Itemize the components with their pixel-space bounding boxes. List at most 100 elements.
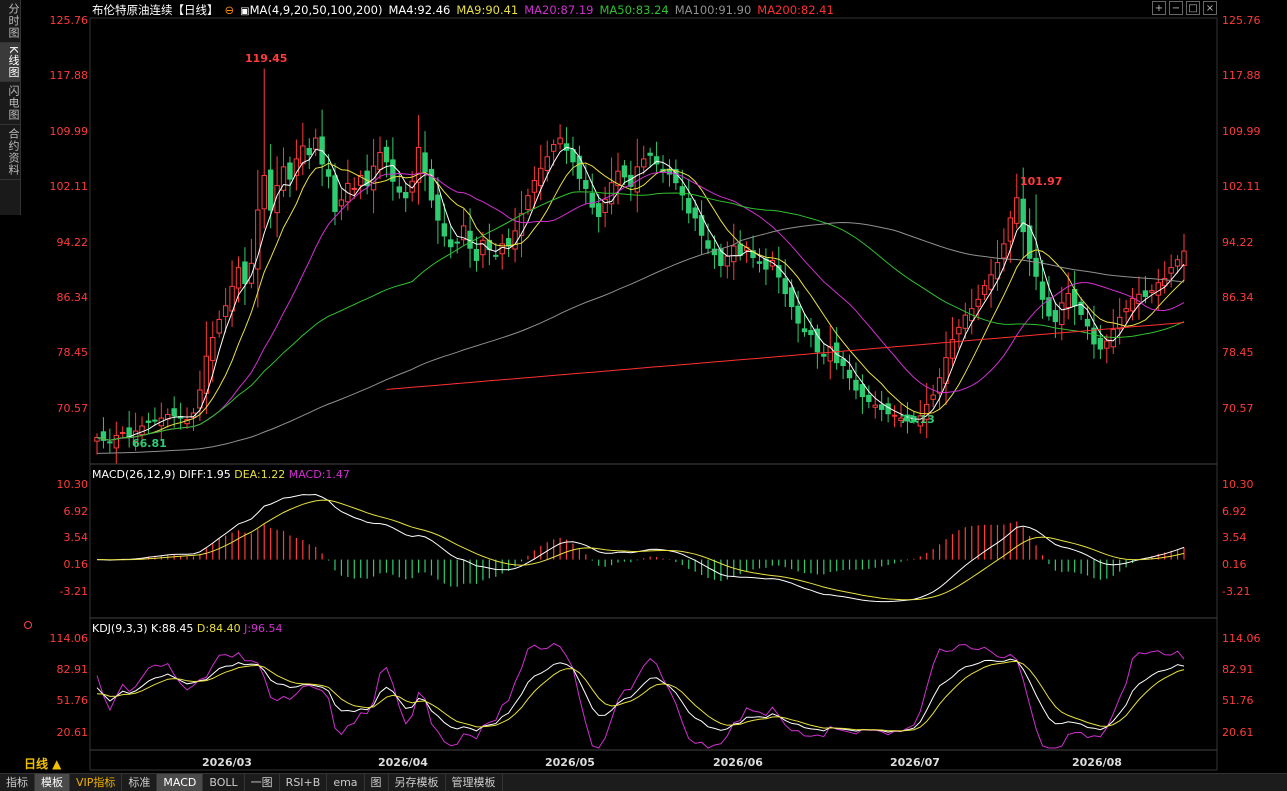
price-axis-label-l: 117.88 [49,69,89,83]
candle-body [557,137,563,145]
candle-body [145,420,152,423]
candle-body [248,262,255,284]
candle-body [705,240,711,249]
candle-body [1174,259,1181,267]
macd-axis-label-r: 0.16 [1222,558,1247,572]
candle-body [435,194,441,221]
candle-body [306,147,312,156]
candle-body [641,158,647,168]
bottom-tab-5[interactable]: BOLL [203,774,245,791]
price-axis-label-r: 94.22 [1222,235,1254,249]
candle-body [724,255,731,267]
kdj-axis-label-r: 114.06 [1222,632,1261,645]
kdj-axis-label-l: 82.91 [56,663,89,677]
kdj-axis-label-r: 20.61 [1222,725,1254,739]
settings-dot-icon[interactable] [24,621,32,629]
price-axis-label-l: 70.57 [56,401,89,415]
bottom-tab-3[interactable]: 标准 [122,774,158,791]
bottom-toolbar: 指标 模板 VIP指标 标准 MACD BOLL 一图 RSI+B ema 图另存模板 管理模板 [0,773,1287,791]
macd-axis-label-l: -3.21 [59,584,88,598]
candle-body [383,146,390,163]
price-axis-label-r: 109.99 [1222,124,1261,138]
candle-body [538,167,544,187]
period-selector[interactable]: 日线 ▲ [24,755,62,772]
candle-body [936,377,943,394]
price-axis-label-l: 109.99 [49,124,89,138]
macd-axis-label-l: 10.30 [56,478,89,491]
candle-body [1123,308,1129,313]
candle-body [300,145,306,165]
bottom-tab-4[interactable]: MACD [157,774,204,791]
candle-body [1084,318,1091,327]
candle-body [808,330,814,336]
candle-body [525,195,531,211]
macd-axis-label-r: 3.54 [1222,531,1247,545]
ma4-line [96,146,1185,441]
macd-axis-label-r: -3.21 [1222,584,1251,598]
macd-value: MACD:1.47 [288,468,350,481]
candle-body [370,165,377,191]
candle-body [1110,329,1116,348]
candle-body [962,314,969,329]
candle-body [1168,267,1174,274]
candle-body [171,408,177,417]
candle-body [1097,337,1104,350]
candle-body [891,414,898,417]
candle-body [1052,310,1059,323]
bottom-tab-11[interactable]: 管理模板 [446,774,503,791]
x-axis-label: 2026/05 [545,756,595,769]
candle-body [120,431,126,434]
x-axis-label: 2026/08 [1072,756,1122,769]
price-axis-label-l: 125.76 [49,14,89,27]
macd-axis-label-l: 0.16 [63,558,89,572]
candle-body [351,187,357,190]
kdj-axis-label-l: 51.76 [56,694,89,708]
candle-body [686,198,692,214]
ma200-line [386,322,1185,390]
candle-body [550,144,557,152]
candle-body [512,230,518,250]
candle-body [505,238,512,247]
kdj-axis-label-r: 82.91 [1222,663,1254,677]
price-chart-canvas[interactable] [0,0,1287,790]
x-axis-label: 2026/06 [713,756,763,769]
candle-body [325,169,332,177]
candle-body [1001,243,1007,259]
candle-body [756,261,763,264]
price-axis-label-r: 102.11 [1222,180,1261,194]
candle-body [1104,340,1110,349]
candle-body [203,355,210,394]
candle-body [621,165,628,178]
bottom-tab-6[interactable]: 一图 [245,774,280,791]
bottom-tab-8[interactable]: ema [327,774,365,791]
bottom-tab-2[interactable]: VIP指标 [70,774,123,791]
candle-body [139,425,145,436]
candle-body [878,404,885,410]
candle-body [595,203,602,218]
price-axis-label-l: 94.22 [56,235,89,249]
kdj-title: KDJ(9,3,3) [92,622,148,635]
candle-body [930,394,936,400]
candle-body [853,379,859,391]
candle-body [403,192,409,199]
plot-frame [89,17,1218,771]
bottom-tab-10[interactable]: 另存模板 [389,774,446,791]
candle-body [480,239,486,256]
candle-body [267,169,274,211]
macd-axis-label-r: 6.92 [1222,504,1247,518]
bottom-tab-1[interactable]: 模板 [35,774,70,791]
candle-body [235,267,242,289]
candle-body [1014,197,1020,224]
candle-body [1149,290,1155,293]
bottom-tab-0[interactable]: 指标 [0,774,35,791]
candle-body [866,394,872,403]
bottom-tab-7[interactable]: RSI+B [280,774,328,791]
candle-body [473,249,480,261]
candle-body [518,213,525,236]
macd-axis-label-r: 10.30 [1222,478,1254,491]
bottom-tab-9[interactable]: 图 [365,774,389,791]
candle-body [261,174,267,210]
candle-body [956,326,962,335]
candle-body [1033,257,1039,277]
candle-body [782,278,788,295]
